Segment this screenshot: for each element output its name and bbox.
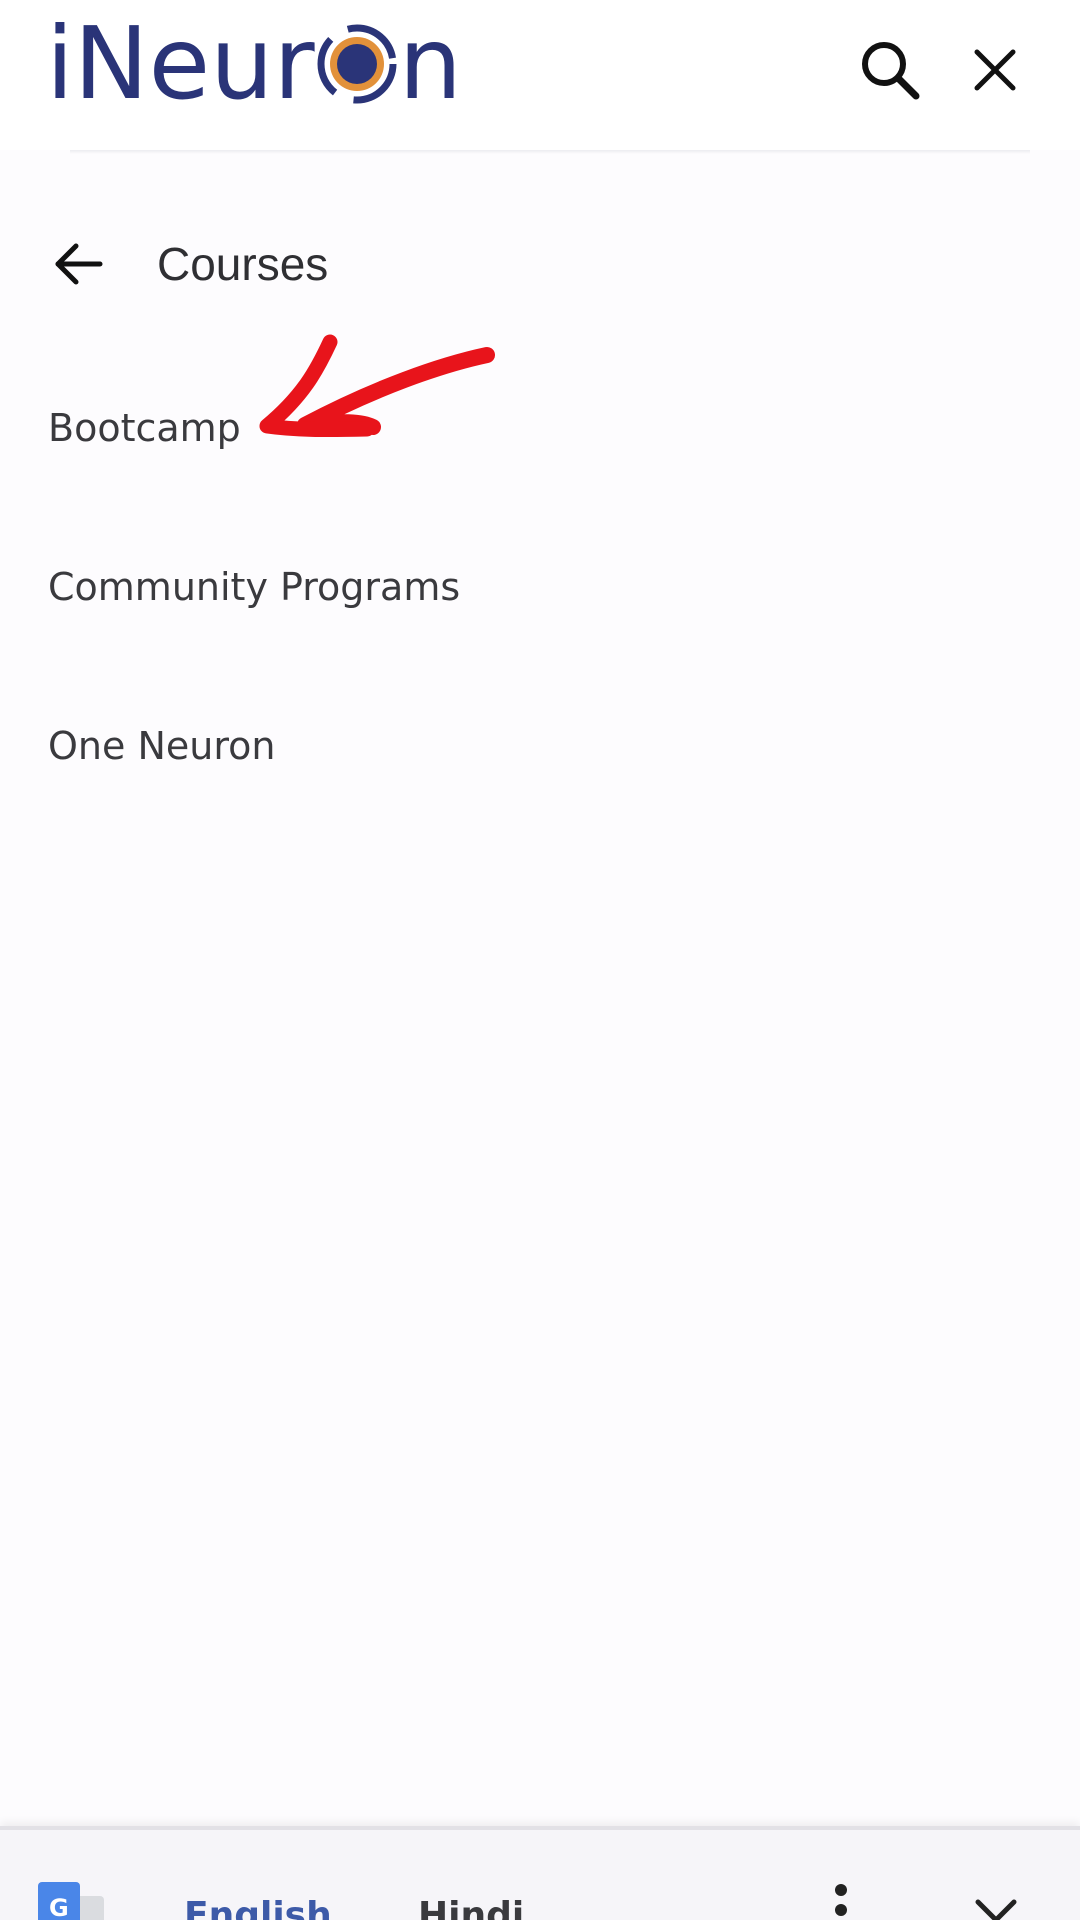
page-title: Courses: [157, 238, 329, 290]
menu-item-bootcamp[interactable]: Bootcamp: [48, 403, 241, 453]
language-tab-hindi[interactable]: Hindi: [418, 1894, 524, 1920]
logo-ring-icon: [317, 14, 397, 114]
translate-bar: G English Hindi: [0, 1826, 1080, 1920]
back-button[interactable]: [48, 236, 108, 292]
logo-text-end: n: [398, 5, 462, 122]
more-vertical-icon[interactable]: [826, 1882, 856, 1920]
red-arrow-annotation: [259, 334, 495, 438]
page: iNeur n Courses Bootcamp Community Progr…: [0, 0, 1080, 1920]
google-translate-icon[interactable]: G: [38, 1882, 108, 1920]
search-icon: [862, 42, 920, 100]
menu-item-one-neuron[interactable]: One Neuron: [48, 721, 275, 771]
language-tab-english[interactable]: English: [184, 1894, 332, 1920]
header-divider: [70, 150, 1030, 154]
logo-text-start: iNeur: [46, 5, 315, 122]
site-header: iNeur n: [0, 0, 1080, 150]
arrow-left-icon: [55, 243, 103, 285]
ineuron-logo[interactable]: iNeur n: [46, 4, 462, 124]
svg-text:G: G: [49, 1894, 69, 1920]
close-icon: [974, 49, 1016, 91]
menu-item-community-programs[interactable]: Community Programs: [48, 562, 460, 612]
close-icon[interactable]: [966, 1898, 1026, 1920]
close-menu-button[interactable]: [960, 30, 1030, 110]
search-button[interactable]: [850, 30, 930, 110]
